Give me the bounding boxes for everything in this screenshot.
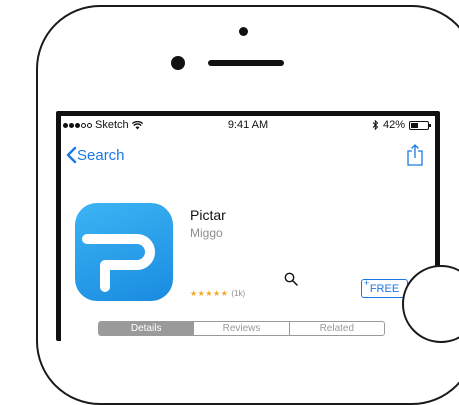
status-bar: Sketch 9:41 AM 42%	[61, 116, 435, 134]
rating-count: (1k)	[231, 289, 246, 298]
navigation-bar: Search	[61, 144, 435, 174]
pictar-logo-icon	[82, 234, 155, 292]
status-right: 42%	[372, 119, 431, 131]
back-label: Search	[77, 146, 125, 164]
battery-percent: 42%	[382, 119, 405, 131]
back-button[interactable]: Search	[65, 146, 125, 164]
plus-icon: +	[364, 278, 370, 288]
app-rating[interactable]: ★★★★★ (1k)	[190, 289, 245, 298]
share-icon	[407, 144, 423, 166]
app-title: Pictar	[190, 207, 226, 223]
search-icon	[284, 272, 298, 286]
star-rating-icon: ★★★★★	[190, 289, 229, 298]
app-icon[interactable]	[75, 203, 173, 301]
get-free-button[interactable]: + FREE	[361, 278, 408, 298]
tab-details[interactable]: Details	[99, 322, 194, 335]
get-label: FREE	[369, 283, 400, 295]
proximity-sensor	[171, 56, 185, 70]
search-button[interactable]	[284, 272, 298, 291]
battery-icon	[409, 120, 431, 130]
front-camera	[239, 27, 248, 36]
detail-tabs: Details Reviews Related	[98, 321, 385, 336]
share-button[interactable]	[407, 144, 423, 171]
chevron-left-icon	[66, 146, 77, 164]
app-store-page: Sketch 9:41 AM 42% Search Pictar Miggo ★…	[61, 116, 435, 341]
app-developer[interactable]: Miggo	[190, 226, 223, 240]
phone-screen: Sketch 9:41 AM 42% Search Pictar Miggo ★…	[56, 111, 440, 341]
earpiece-speaker	[208, 60, 284, 66]
bluetooth-icon	[372, 120, 379, 130]
tab-related[interactable]: Related	[288, 322, 384, 335]
tab-reviews[interactable]: Reviews	[193, 322, 288, 335]
